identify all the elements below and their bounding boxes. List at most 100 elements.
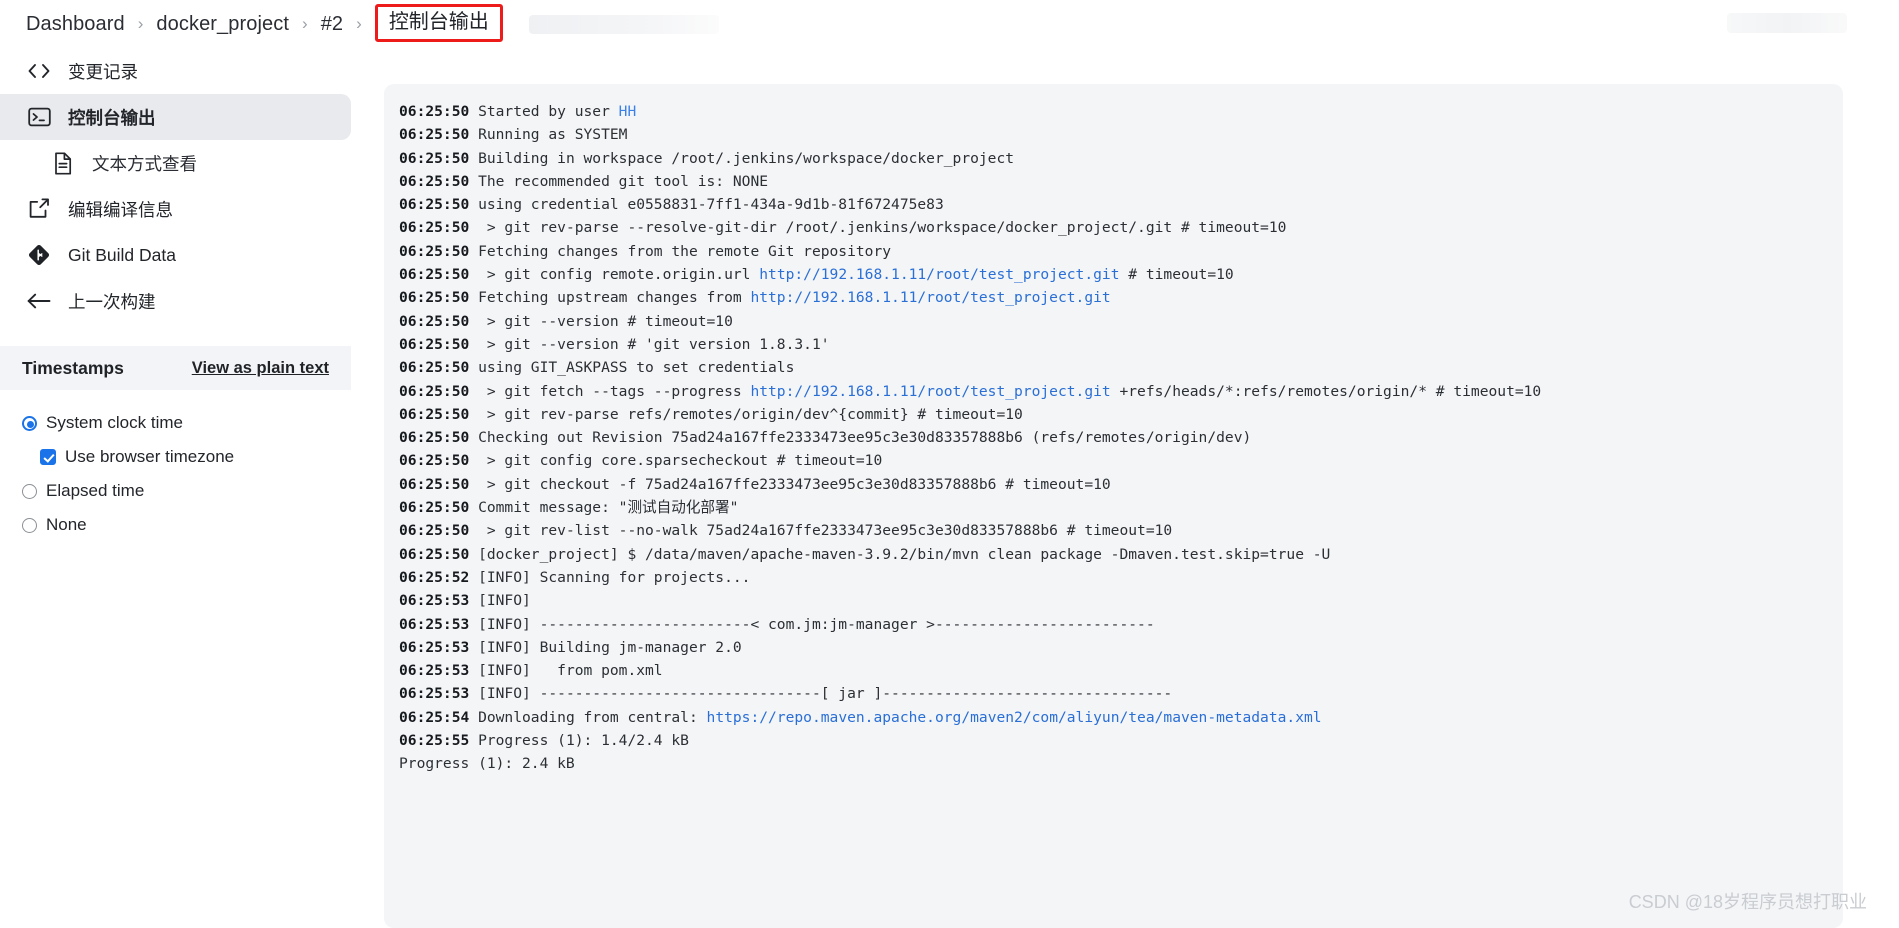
console-line: 06:25:50 using credential e0558831-7ff1-… [399, 193, 1843, 216]
console-line: 06:25:55 Progress (1): 1.4/2.4 kB [399, 729, 1843, 752]
sidebar-item-console-output[interactable]: 控制台输出 [0, 94, 351, 140]
console-text: # timeout=10 [1119, 266, 1234, 284]
console-line: 06:25:50 > git config core.sparsecheckou… [399, 449, 1843, 472]
console-text: using credential e0558831-7ff1-434a-9d1b… [478, 196, 944, 214]
git-icon [26, 242, 52, 268]
console-timestamp: 06:25:53 [399, 685, 479, 703]
console-output-panel[interactable]: 06:25:50 Started by user HH 06:25:50 Runn… [384, 84, 1843, 928]
console-timestamp: 06:25:50 [399, 429, 479, 447]
console-text: Downloading from central: [478, 708, 707, 726]
breadcrumb-dashboard[interactable]: Dashboard [26, 13, 125, 36]
sidebar-item-label: 文本方式查看 [92, 153, 197, 174]
console-line: 06:25:50 Fetching upstream changes from … [399, 286, 1843, 309]
console-line: 06:25:50 > git fetch --tags --progress h… [399, 380, 1843, 403]
console-timestamp: 06:25:50 [399, 149, 479, 167]
console-user-link[interactable]: HH [619, 103, 637, 120]
console-text: Commit message: "测试自动化部署" [478, 499, 739, 517]
sidebar-item-label: Git Build Data [68, 244, 176, 265]
console-link[interactable]: https://repo.maven.apache.org/maven2/com… [707, 709, 1322, 726]
console-line: 06:25:53 [INFO] Building jm-manager 2.0 [399, 636, 1843, 659]
terminal-icon [26, 104, 52, 130]
option-label: System clock time [46, 413, 183, 432]
sidebar-item-git-build-data[interactable]: Git Build Data [0, 232, 351, 278]
console-timestamp: 06:25:50 [399, 242, 479, 260]
radio-system-clock-time[interactable]: System clock time [22, 406, 351, 440]
timestamps-options: System clock time Use browser timezone E… [0, 390, 351, 542]
console-link[interactable]: http://192.168.1.11/root/test_project.gi… [750, 383, 1110, 400]
console-timestamp: 06:25:50 [399, 289, 479, 307]
console-link[interactable]: http://192.168.1.11/root/test_project.gi… [750, 289, 1110, 306]
option-label: Use browser timezone [65, 447, 235, 466]
sidebar-item-edit-build-information[interactable]: 编辑编译信息 [0, 186, 351, 232]
console-line: 06:25:50 > git rev-parse --resolve-git-d… [399, 216, 1843, 239]
console-timestamp: 06:25:53 [399, 592, 479, 610]
header-placeholder-bar [1727, 13, 1847, 33]
console-text: Running as SYSTEM [478, 126, 628, 144]
timestamps-header: Timestamps View as plain text [0, 346, 351, 390]
console-line: 06:25:52 [INFO] Scanning for projects... [399, 566, 1843, 589]
console-timestamp: 06:25:50 [399, 475, 479, 493]
console-line: 06:25:50 > git --version # timeout=10 [399, 310, 1843, 333]
console-line: 06:25:50 Checking out Revision 75ad24a16… [399, 426, 1843, 449]
console-timestamp: 06:25:50 [399, 335, 479, 353]
document-icon [50, 150, 76, 176]
console-timestamp: 06:25:50 [399, 405, 479, 423]
console-timestamp: 06:25:50 [399, 499, 479, 517]
arrow-left-icon [26, 288, 52, 314]
console-line: Progress (1): 2.4 kB [399, 752, 1843, 775]
console-text: [INFO] ------------------------< com.jm:… [478, 615, 1155, 633]
radio-elapsed-time[interactable]: Elapsed time [22, 474, 351, 508]
radio-indicator[interactable] [22, 483, 37, 499]
console-line: 06:25:50 Commit message: "测试自动化部署" [399, 496, 1843, 519]
console-line: 06:25:50 Running as SYSTEM [399, 123, 1843, 146]
sidebar: 变更记录 控制台输出 文本方式查看 编辑编译信息 Git Build Data … [0, 48, 351, 542]
console-timestamp: 06:25:50 [399, 312, 479, 330]
console-text: Progress (1): 2.4 kB [399, 755, 575, 773]
sidebar-item-view-as-plain-text[interactable]: 文本方式查看 [0, 140, 351, 186]
console-text: [INFO] Building jm-manager 2.0 [478, 638, 742, 656]
sidebar-item-changes[interactable]: 变更记录 [0, 48, 351, 94]
console-line: 06:25:50 > git checkout -f 75ad24a167ffe… [399, 473, 1843, 496]
console-timestamp: 06:25:50 [399, 126, 479, 144]
view-as-plain-text-link[interactable]: View as plain text [192, 359, 329, 378]
breadcrumb-separator-2: › [302, 14, 308, 33]
code-icon [26, 58, 52, 84]
console-timestamp: 06:25:54 [399, 708, 479, 726]
console-text: Progress (1): 1.4/2.4 kB [478, 732, 689, 750]
console-text: > git rev-parse refs/remotes/origin/dev^… [478, 405, 1023, 423]
console-text: [INFO] [478, 592, 531, 610]
breadcrumb-current-console-output[interactable]: 控制台输出 [374, 4, 503, 42]
console-line: 06:25:50 [docker_project] $ /data/maven/… [399, 543, 1843, 566]
breadcrumb-docker-project[interactable]: docker_project [156, 13, 289, 36]
checkbox-use-browser-timezone[interactable]: Use browser timezone [22, 440, 351, 474]
radio-indicator[interactable] [22, 517, 37, 533]
console-text: > git config remote.origin.url [478, 266, 760, 284]
console-timestamp: 06:25:50 [399, 196, 479, 214]
sidebar-item-previous-build[interactable]: 上一次构建 [0, 278, 351, 324]
console-text: [docker_project] $ /data/maven/apache-ma… [478, 545, 1331, 563]
radio-none[interactable]: None [22, 508, 351, 542]
sidebar-item-label: 控制台输出 [68, 107, 156, 128]
console-timestamp: 06:25:50 [399, 522, 479, 540]
console-timestamp: 06:25:53 [399, 638, 479, 656]
radio-indicator[interactable] [22, 415, 37, 431]
console-text: using GIT_ASKPASS to set credentials [478, 359, 795, 377]
console-text: Started by user [478, 103, 619, 120]
console-line: 06:25:50 Building in workspace /root/.je… [399, 147, 1843, 170]
sidebar-item-label: 变更记录 [68, 61, 138, 82]
console-timestamp: 06:25:50 [399, 382, 479, 400]
breadcrumb-build-number[interactable]: #2 [321, 13, 343, 36]
console-line: 06:25:54 Downloading from central: https… [399, 706, 1843, 729]
console-timestamp: 06:25:50 [399, 359, 479, 377]
option-label: None [46, 515, 87, 534]
console-line: 06:25:50 > git rev-parse refs/remotes/or… [399, 403, 1843, 426]
sidebar-item-label: 上一次构建 [68, 291, 156, 312]
console-timestamp: 06:25:50 [399, 266, 479, 284]
checkbox-indicator[interactable] [40, 449, 56, 465]
console-line: 06:25:53 [INFO] [399, 589, 1843, 612]
console-timestamp: 06:25:50 [399, 545, 479, 563]
console-line: 06:25:50 Started by user HH [399, 100, 1843, 123]
console-link[interactable]: http://192.168.1.11/root/test_project.gi… [759, 266, 1119, 283]
console-text: Checking out Revision 75ad24a167ffe23334… [478, 429, 1252, 447]
